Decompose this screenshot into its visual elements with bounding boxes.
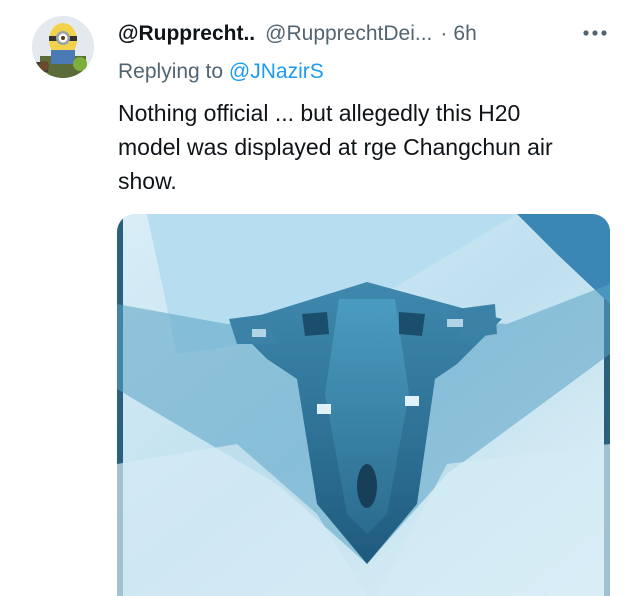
more-horizontal-icon xyxy=(583,30,607,36)
more-options-button[interactable] xyxy=(580,22,610,44)
timestamp[interactable]: 6h xyxy=(453,22,476,46)
tweet-text: Nothing official ... but allegedly this … xyxy=(118,100,553,194)
stealth-bomber-model-photo xyxy=(117,214,610,596)
reply-prefix: Replying to xyxy=(118,60,224,83)
reply-mention-link[interactable]: @JNazirS xyxy=(229,60,324,83)
tweet: @Rupprecht.. @RupprechtDei... · 6h Reply… xyxy=(0,0,640,596)
tweet-media[interactable] xyxy=(117,214,610,596)
display-name[interactable]: @Rupprecht.. xyxy=(118,22,255,46)
tweet-header: @Rupprecht.. @RupprechtDei... · 6h xyxy=(118,22,477,46)
minion-avatar-icon xyxy=(32,16,94,78)
user-handle[interactable]: @RupprechtDei... xyxy=(265,22,432,46)
separator-dot: · xyxy=(440,22,448,45)
avatar[interactable] xyxy=(32,16,94,78)
reply-context: Replying to @JNazirS xyxy=(118,60,324,84)
